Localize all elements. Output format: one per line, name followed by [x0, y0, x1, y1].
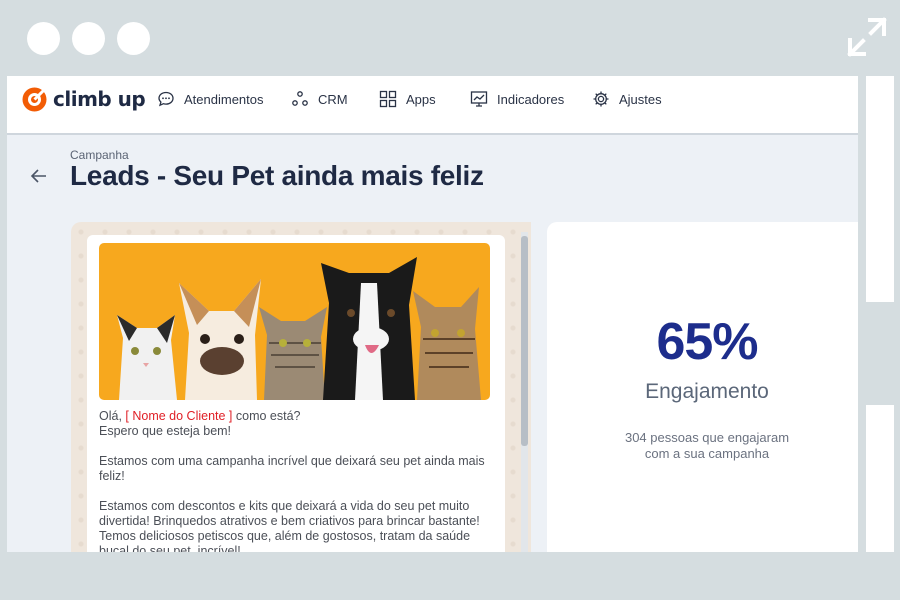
engagement-description: 304 pessoas que engajaram com a sua camp… [547, 430, 858, 462]
chart-board-icon [470, 91, 488, 107]
message-preview: Olá, [ Nome do Cliente ] como está? Esper… [71, 222, 531, 552]
message-paragraph: Estamos com uma campanha incrível que de… [99, 454, 485, 483]
window-dot-2[interactable] [72, 22, 105, 55]
greeting-prefix: Olá, [99, 409, 126, 423]
engagement-value: 65% [656, 313, 758, 371]
brand-name: climb up [53, 87, 146, 111]
message-paragraph: Estamos com descontos e kits que deixará… [99, 499, 480, 552]
engagement-desc-line1: 304 pessoas que engajaram [624, 430, 790, 445]
expand-arrows-icon[interactable] [846, 16, 888, 58]
white-cat [117, 315, 177, 400]
message-bubble: Olá, [ Nome do Cliente ] como está? Esper… [87, 235, 505, 552]
bulldog [179, 279, 261, 400]
greeting-suffix: como está? [232, 409, 301, 423]
message-text: Olá, [ Nome do Cliente ] como está? Esper… [99, 409, 491, 552]
nav-item-crm[interactable]: CRM [291, 88, 348, 110]
border-collie [321, 257, 417, 400]
side-panel-strip-lower [866, 405, 894, 552]
window-dot-3[interactable] [117, 22, 150, 55]
nav-item-ajustes[interactable]: Ajustes [592, 88, 662, 110]
back-arrow-icon[interactable] [29, 166, 49, 186]
engagement-desc-line2: com a sua campanha [644, 446, 770, 461]
nav-label: Ajustes [619, 91, 662, 107]
pets-illustration [117, 257, 481, 400]
climbup-logo-icon [22, 85, 48, 111]
nodes-icon [292, 91, 308, 106]
brand-logo[interactable]: climb up [21, 84, 146, 114]
client-name-placeholder: [ Nome do Cliente ] [125, 409, 233, 423]
preview-scrollbar-thumb[interactable] [521, 236, 528, 446]
engagement-card: 65% Engajamento 304 pessoas que engajara… [547, 222, 858, 552]
engagement-label: Engajamento [645, 380, 769, 403]
side-panel-strip [866, 76, 894, 302]
window-dot-1[interactable] [27, 22, 60, 55]
nav-item-atendimentos[interactable]: Atendimentos [157, 88, 264, 110]
tabby-cat-2 [413, 287, 481, 400]
nav-label: CRM [318, 91, 348, 107]
app-window: climb up Atendimentos CRM Apps Indicador… [7, 76, 858, 552]
greeting-line2: Espero que esteja bem! [99, 424, 232, 438]
chat-bubble-icon [158, 91, 174, 107]
nav-item-apps[interactable]: Apps [379, 88, 436, 110]
nav-label: Indicadores [497, 91, 565, 107]
nav-label: Apps [406, 91, 436, 107]
grid-icon [379, 90, 397, 108]
campaign-image [99, 243, 490, 400]
page-title: Leads - Seu Pet ainda mais feliz [70, 160, 484, 191]
greeting: Olá, [ Nome do Cliente ] como está? Esper… [99, 409, 491, 439]
gear-icon [593, 91, 609, 107]
nav-item-indicadores[interactable]: Indicadores [470, 88, 564, 110]
nav-label: Atendimentos [184, 91, 264, 107]
tabby-cat [259, 307, 327, 400]
top-navigation: climb up Atendimentos CRM Apps Indicador… [7, 76, 858, 135]
